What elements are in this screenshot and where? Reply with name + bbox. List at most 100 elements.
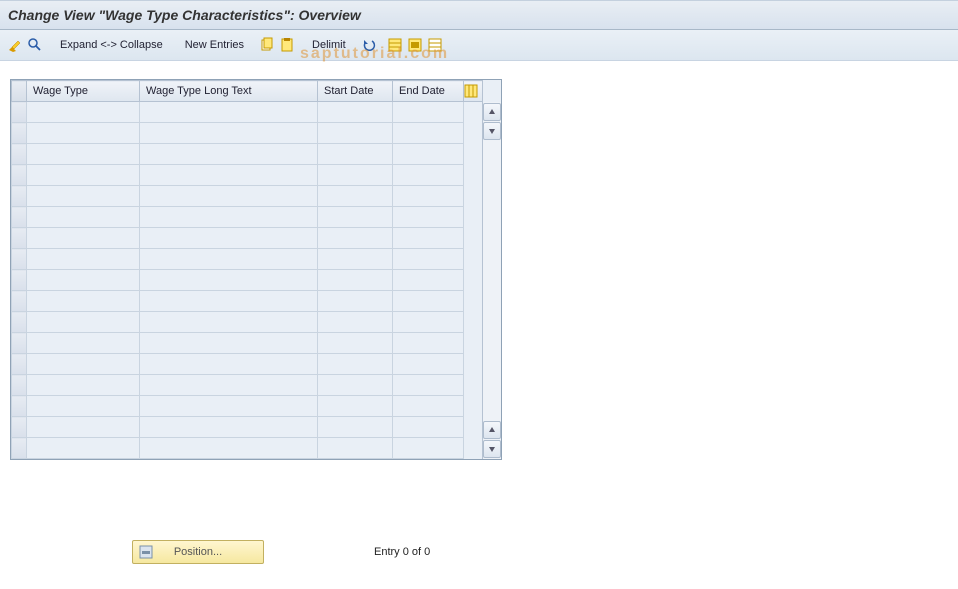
col-header-start-date[interactable]: Start Date [318, 81, 393, 102]
cell-end-date[interactable] [393, 186, 464, 207]
cell-wage-type[interactable] [27, 165, 140, 186]
row-selector[interactable] [12, 144, 27, 165]
cell-start-date[interactable] [318, 291, 393, 312]
cell-start-date[interactable] [318, 144, 393, 165]
row-selector[interactable] [12, 312, 27, 333]
cell-wage-type[interactable] [27, 123, 140, 144]
table-row[interactable] [12, 375, 483, 396]
cell-end-date[interactable] [393, 123, 464, 144]
cell-wage-type[interactable] [27, 396, 140, 417]
table-row[interactable] [12, 417, 483, 438]
configure-columns-button[interactable] [464, 81, 483, 102]
expand-collapse-button[interactable]: Expand <-> Collapse [54, 34, 169, 56]
cell-long-text[interactable] [140, 165, 318, 186]
cell-end-date[interactable] [393, 144, 464, 165]
cell-start-date[interactable] [318, 312, 393, 333]
cell-long-text[interactable] [140, 375, 318, 396]
cell-start-date[interactable] [318, 333, 393, 354]
cell-end-date[interactable] [393, 249, 464, 270]
cell-wage-type[interactable] [27, 207, 140, 228]
cell-end-date[interactable] [393, 207, 464, 228]
col-header-wage-type[interactable]: Wage Type [27, 81, 140, 102]
find-icon[interactable] [26, 36, 44, 54]
cell-start-date[interactable] [318, 207, 393, 228]
col-header-end-date[interactable]: End Date [393, 81, 464, 102]
cell-long-text[interactable] [140, 186, 318, 207]
cell-wage-type[interactable] [27, 144, 140, 165]
cell-end-date[interactable] [393, 396, 464, 417]
cell-long-text[interactable] [140, 249, 318, 270]
table-row[interactable] [12, 291, 483, 312]
cell-wage-type[interactable] [27, 186, 140, 207]
row-selector[interactable] [12, 438, 27, 459]
table-row[interactable] [12, 186, 483, 207]
cell-wage-type[interactable] [27, 249, 140, 270]
table-row[interactable] [12, 228, 483, 249]
table-row[interactable] [12, 123, 483, 144]
cell-end-date[interactable] [393, 312, 464, 333]
col-header-long-text[interactable]: Wage Type Long Text [140, 81, 318, 102]
undo-icon[interactable] [360, 36, 378, 54]
cell-long-text[interactable] [140, 312, 318, 333]
cell-wage-type[interactable] [27, 354, 140, 375]
table-row[interactable] [12, 270, 483, 291]
cell-start-date[interactable] [318, 123, 393, 144]
row-selector[interactable] [12, 228, 27, 249]
cell-end-date[interactable] [393, 270, 464, 291]
scroll-down-small-button[interactable] [483, 122, 501, 140]
cell-long-text[interactable] [140, 291, 318, 312]
position-button[interactable]: Position... [132, 540, 264, 564]
cell-start-date[interactable] [318, 375, 393, 396]
cell-start-date[interactable] [318, 270, 393, 291]
table-row[interactable] [12, 165, 483, 186]
cell-start-date[interactable] [318, 417, 393, 438]
cell-end-date[interactable] [393, 438, 464, 459]
select-all-icon[interactable] [386, 36, 404, 54]
cell-end-date[interactable] [393, 228, 464, 249]
cell-long-text[interactable] [140, 228, 318, 249]
cell-long-text[interactable] [140, 396, 318, 417]
cell-long-text[interactable] [140, 207, 318, 228]
cell-start-date[interactable] [318, 102, 393, 123]
cell-wage-type[interactable] [27, 228, 140, 249]
table-row[interactable] [12, 396, 483, 417]
cell-long-text[interactable] [140, 123, 318, 144]
cell-wage-type[interactable] [27, 270, 140, 291]
cell-end-date[interactable] [393, 102, 464, 123]
cell-end-date[interactable] [393, 333, 464, 354]
delimit-button[interactable]: Delimit [306, 34, 352, 56]
cell-end-date[interactable] [393, 354, 464, 375]
cell-wage-type[interactable] [27, 333, 140, 354]
cell-wage-type[interactable] [27, 312, 140, 333]
scroll-up-small-button[interactable] [483, 421, 501, 439]
cell-start-date[interactable] [318, 186, 393, 207]
row-selector[interactable] [12, 375, 27, 396]
deselect-all-icon[interactable] [426, 36, 444, 54]
table-row[interactable] [12, 249, 483, 270]
row-selector[interactable] [12, 417, 27, 438]
paste-icon[interactable] [278, 36, 296, 54]
cell-long-text[interactable] [140, 102, 318, 123]
table-row[interactable] [12, 207, 483, 228]
cell-end-date[interactable] [393, 165, 464, 186]
cell-start-date[interactable] [318, 249, 393, 270]
new-entries-button[interactable]: New Entries [179, 34, 250, 56]
row-selector[interactable] [12, 291, 27, 312]
row-selector[interactable] [12, 165, 27, 186]
row-selector[interactable] [12, 123, 27, 144]
table-row[interactable] [12, 333, 483, 354]
row-selector[interactable] [12, 102, 27, 123]
row-selector[interactable] [12, 207, 27, 228]
cell-end-date[interactable] [393, 291, 464, 312]
cell-wage-type[interactable] [27, 417, 140, 438]
table-row[interactable] [12, 438, 483, 459]
cell-start-date[interactable] [318, 354, 393, 375]
wage-type-table[interactable]: Wage Type Wage Type Long Text Start Date… [11, 80, 483, 459]
cell-start-date[interactable] [318, 228, 393, 249]
table-row[interactable] [12, 312, 483, 333]
row-selector[interactable] [12, 396, 27, 417]
cell-wage-type[interactable] [27, 102, 140, 123]
cell-long-text[interactable] [140, 417, 318, 438]
scroll-down-button[interactable] [483, 440, 501, 458]
cell-wage-type[interactable] [27, 291, 140, 312]
